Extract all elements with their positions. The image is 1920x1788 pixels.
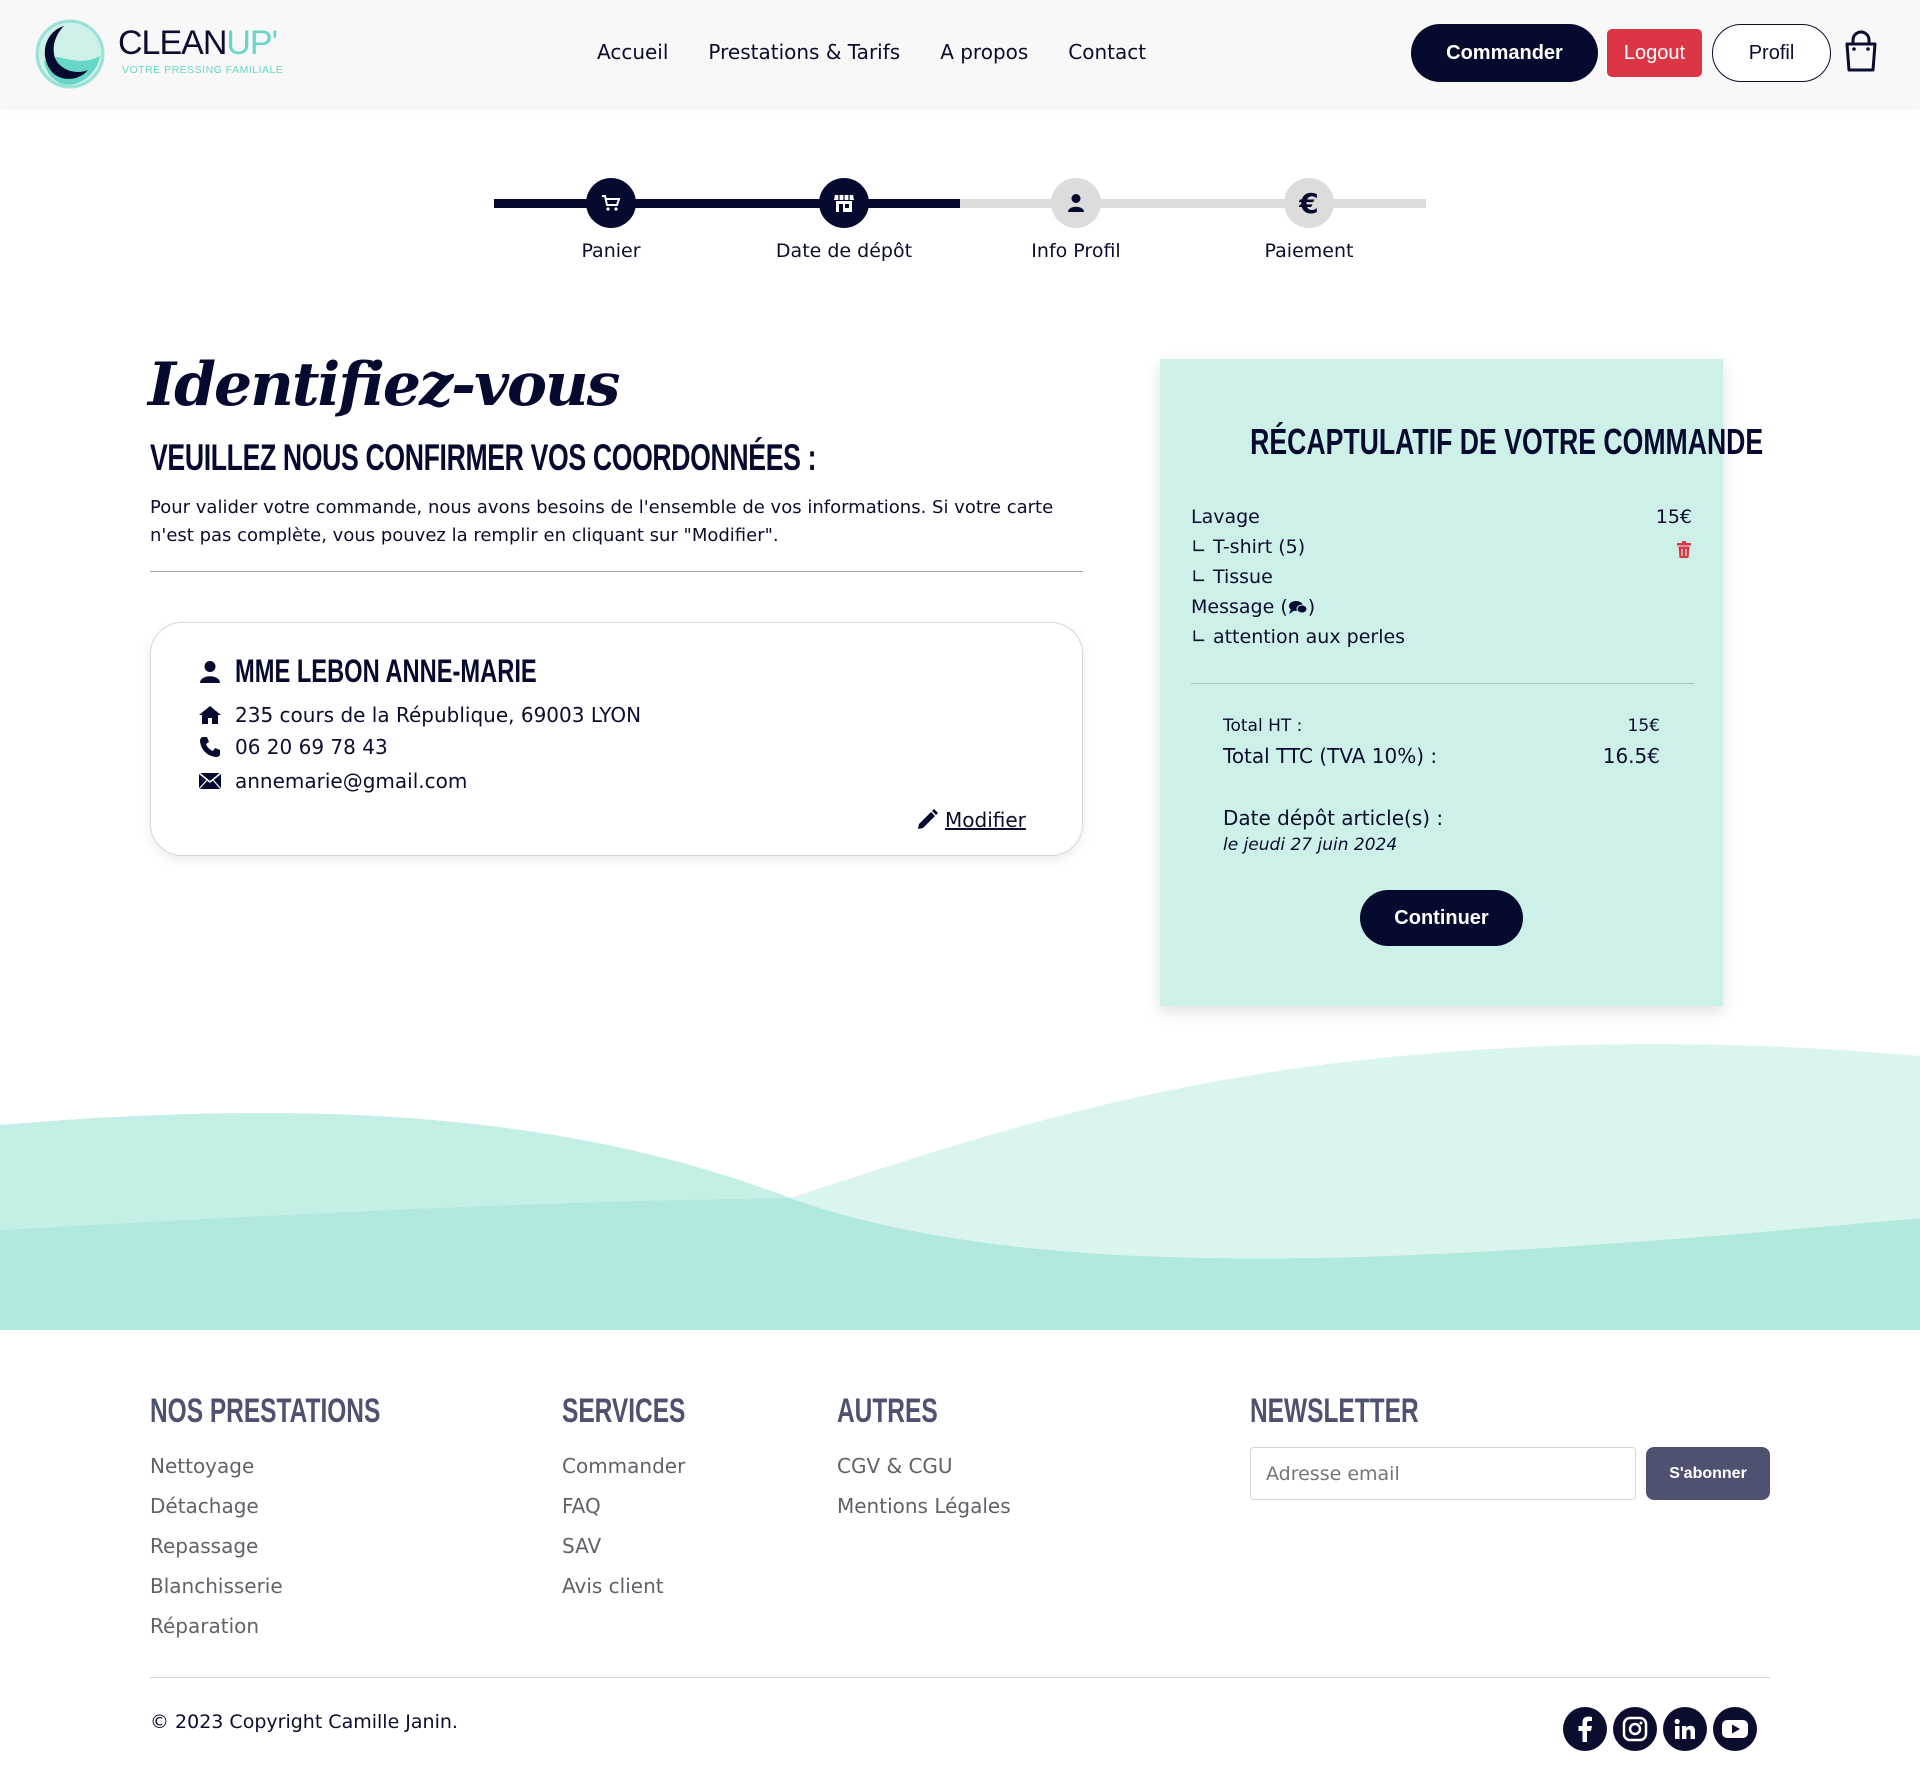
divider [150,571,1083,572]
step-label: Panier [581,240,641,262]
comments-icon [1288,601,1308,614]
euro-icon: € [1284,178,1334,228]
footer-link[interactable]: Commander [562,1446,733,1486]
summary-item: ∟ T-shirt (5) [1191,536,1306,558]
footer-heading: NOS PRESTATIONS [150,1392,381,1430]
summary-fabric: ∟ Tissue [1191,566,1273,588]
newsletter-email-input[interactable] [1250,1447,1636,1500]
nav-prestations-tarifs[interactable]: Prestations & Tarifs [708,40,900,64]
step-panier[interactable]: Panier [511,175,711,262]
deposit-date-label: Date dépôt article(s) : [1223,806,1444,830]
profile-card: MME LEBON ANNE-MARIE 235 cours de la Rép… [150,622,1083,856]
profile-email-row: annemarie@gmail.com [197,768,467,794]
order-summary-panel: RÉCAPTULATIF DE VOTRE COMMANDE Lavage 15… [1160,359,1764,1006]
modifier-link[interactable]: Modifier [915,808,1026,832]
footer-heading: NEWSLETTER [1250,1392,1419,1430]
profile-address: 235 cours de la République, 69003 LYON [235,703,642,727]
summary-service-price: 15€ [1655,506,1692,528]
footer-link[interactable]: Mentions Légales [837,1486,1011,1526]
footer-link[interactable]: Détachage [150,1486,470,1526]
divider [150,1677,1770,1678]
footer-link[interactable]: Avis client [562,1566,733,1606]
summary-service: Lavage [1191,506,1260,528]
summary-title: RÉCAPTULATIF DE VOTRE COMMANDE [1250,421,1764,462]
page-script-title: Identifiez-vous [148,350,620,420]
summary-message: ∟ attention aux perles [1191,626,1406,648]
logo-mark-icon [35,19,105,89]
step-paiement[interactable]: € Paiement [1209,175,1409,262]
total-ttc-value: 16.5€ [1602,744,1660,768]
profile-email: annemarie@gmail.com [235,769,468,793]
footer-link[interactable]: Repassage [150,1526,470,1566]
modifier-label: Modifier [945,808,1026,832]
footer-link[interactable]: SAV [562,1526,733,1566]
decorative-waves [0,1044,1920,1330]
footer-col-newsletter: NEWSLETTER [1250,1392,1484,1434]
nav-accueil[interactable]: Accueil [597,40,668,64]
total-ht-value: 15€ [1627,716,1660,736]
intro-text: Pour valider votre commande, nous avons … [150,497,1054,546]
logo[interactable]: CLEANUP' VOTRE PRESSING FAMILIALE [34,18,294,90]
continue-button[interactable]: Continuer [1360,890,1523,946]
pencil-icon [918,809,938,829]
footer-link[interactable]: Réparation [150,1606,470,1646]
footer-col-autres: AUTRES CGV & CGU Mentions Légales [837,1392,1011,1526]
footer-col-prestations: NOS PRESTATIONS Nettoyage Détachage Repa… [150,1392,470,1646]
cart-icon [586,178,636,228]
shopping-bag-icon[interactable] [1843,30,1879,74]
footer-link[interactable]: CGV & CGU [837,1446,1011,1486]
profile-name-row: MME LEBON ANNE-MARIE [197,653,643,690]
checkout-stepper: Panier Date de dépôt Info Profil € Paiem… [494,175,1426,275]
home-icon [197,702,223,728]
commander-button[interactable]: Commander [1411,24,1598,82]
total-ht-label: Total HT : [1223,716,1303,736]
step-label: Date de dépôt [775,240,913,262]
step-label: Info Profil [1031,240,1121,262]
logo-wordmark: CLEANUP' [118,24,278,62]
user-icon [197,659,223,685]
subscribe-button[interactable]: S'abonner [1646,1447,1770,1500]
copyright: © 2023 Copyright Camille Janin. [150,1711,458,1733]
envelope-icon [197,768,223,794]
profile-phone-row: 06 20 69 78 43 [197,734,388,760]
youtube-icon[interactable] [1713,1707,1757,1751]
nav-contact[interactable]: Contact [1068,40,1146,64]
instagram-icon[interactable] [1613,1707,1657,1751]
step-label: Paiement [1264,240,1354,262]
site-header: CLEANUP' VOTRE PRESSING FAMILIALE Accuei… [0,0,1920,107]
trash-icon[interactable] [1676,541,1692,559]
facebook-icon[interactable] [1563,1707,1607,1751]
user-icon [1051,178,1101,228]
footer-link[interactable]: Nettoyage [150,1446,470,1486]
step-date-depot[interactable]: Date de dépôt [744,175,944,262]
divider [1191,683,1694,684]
nav-a-propos[interactable]: A propos [940,40,1028,64]
total-ttc-label: Total TTC (TVA 10%) : [1223,744,1438,768]
footer-heading: SERVICES [562,1392,686,1430]
footer-link[interactable]: FAQ [562,1486,733,1526]
profile-name: MME LEBON ANNE-MARIE [235,653,537,689]
footer-col-services: SERVICES Commander FAQ SAV Avis client [562,1392,733,1606]
logo-tagline: VOTRE PRESSING FAMILIALE [122,64,284,76]
page-heading: VEUILLEZ NOUS CONFIRMER VOS COORDONNÉES … [150,437,817,478]
profile-address-row: 235 cours de la République, 69003 LYON [197,702,641,728]
deposit-date-value: le jeudi 27 juin 2024 [1223,835,1398,855]
linkedin-icon[interactable] [1663,1707,1707,1751]
profil-button[interactable]: Profil [1712,24,1831,82]
phone-icon [197,734,223,760]
step-info-profil[interactable]: Info Profil [976,175,1176,262]
store-icon [819,178,869,228]
summary-message-label: Message () [1191,596,1316,618]
footer-heading: AUTRES [837,1392,938,1430]
logout-button[interactable]: Logout [1607,29,1702,77]
social-links [1563,1707,1757,1751]
profile-phone: 06 20 69 78 43 [235,735,388,759]
footer-link[interactable]: Blanchisserie [150,1566,470,1606]
main-nav: Accueil Prestations & Tarifs A propos Co… [597,40,1146,64]
